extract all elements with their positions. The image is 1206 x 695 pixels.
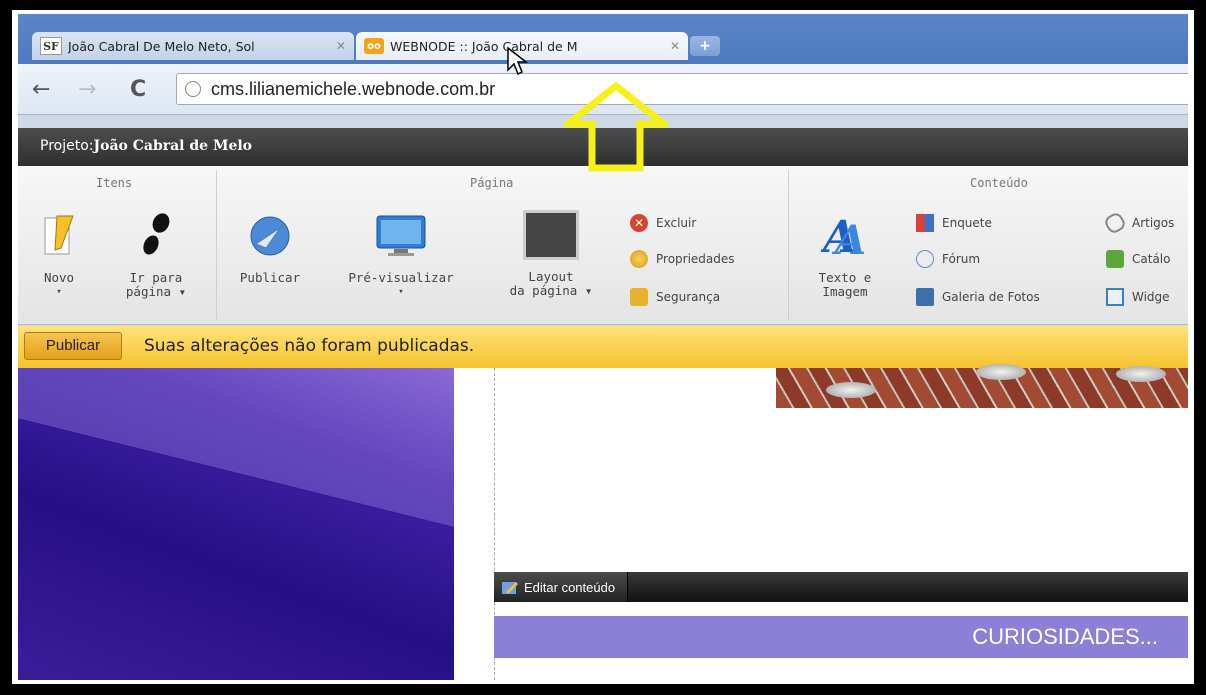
tab-title: João Cabral De Melo Neto, Sol: [68, 38, 255, 54]
ir-para-pagina-button[interactable]: Ir para página ▾: [118, 212, 194, 299]
propriedades-label: Propriedades: [656, 252, 735, 266]
novo-button[interactable]: Novo ▾: [36, 214, 82, 299]
publicar-ribbon-button[interactable]: Publicar: [230, 214, 310, 285]
poll-icon: [916, 214, 934, 232]
close-icon[interactable]: ✕: [670, 39, 680, 53]
project-name: João Cabral de Melo: [93, 138, 253, 154]
da-pagina-label: da página ▾: [509, 283, 593, 298]
divider: [216, 170, 217, 320]
address-bar[interactable]: cms.lilianemichele.webnode.com.br: [176, 73, 1188, 105]
back-arrow-icon[interactable]: ←: [32, 77, 50, 102]
paperclip-icon: [1102, 210, 1128, 236]
unpublished-message: Suas alterações não foram publicadas.: [144, 336, 475, 356]
pre-visualizar-label: Pré-visualizar: [348, 270, 454, 285]
widgets-button[interactable]: Widge: [1106, 288, 1170, 306]
publish-notice-bar: Publicar Suas alterações não foram publi…: [18, 326, 1188, 369]
new-page-icon: [44, 215, 74, 255]
excluir-button[interactable]: ✕ Excluir: [630, 214, 696, 232]
layout-da-pagina-button[interactable]: Layout da página ▾: [492, 210, 610, 298]
publish-globe-icon: [250, 216, 290, 256]
pagina-label: página ▾: [125, 284, 187, 299]
sf-favicon-icon: SF: [40, 37, 62, 55]
ribbon-toolbar: Itens Página Conteúdo Novo ▾ Ir para pág…: [18, 166, 1188, 325]
text-image-icon: A A: [819, 212, 866, 264]
camera-icon: [916, 288, 934, 306]
layout-label: Layout: [528, 269, 574, 284]
galeria-label: Galeria de Fotos: [942, 290, 1040, 304]
texto-e-imagem-button[interactable]: A A Texto e Imagem: [804, 212, 886, 299]
puzzle-icon: [1106, 250, 1124, 268]
catalogo-button[interactable]: Catálo: [1106, 250, 1170, 268]
mouse-cursor-icon: [507, 46, 528, 76]
forum-button[interactable]: Fórum: [916, 250, 980, 268]
screenshot-frame: SF João Cabral De Melo Neto, Sol ✕ oo WE…: [0, 0, 1206, 695]
close-icon[interactable]: ✕: [336, 39, 346, 53]
publicar-label: Publicar: [239, 270, 301, 285]
artigos-label: Artigos: [1132, 216, 1175, 230]
reload-icon[interactable]: C: [130, 77, 146, 102]
ir-para-label: Ir para: [129, 270, 183, 285]
annotation-up-arrow-icon: [564, 82, 668, 172]
section-title: CURIOSIDADES...: [972, 624, 1158, 649]
enquete-button[interactable]: Enquete: [916, 214, 992, 232]
footprints-icon: [143, 213, 170, 255]
browser-window: SF João Cabral De Melo Neto, Sol ✕ oo WE…: [18, 14, 1188, 680]
widgets-label: Widge: [1132, 290, 1170, 304]
speech-bubble-icon: [916, 250, 934, 268]
excluir-label: Excluir: [656, 216, 697, 230]
group-conteudo-header: Conteúdo: [970, 176, 1028, 190]
editar-conteudo-button[interactable]: Editar conteúdo: [494, 572, 629, 602]
header-photo: [776, 364, 1188, 408]
seguranca-label: Segurança: [656, 290, 721, 304]
edit-content-bar: Editar conteúdo: [494, 572, 1188, 602]
divider: [788, 170, 789, 320]
group-itens-header: Itens: [96, 176, 133, 190]
pre-visualizar-button[interactable]: Pré-visualizar ▾: [338, 214, 464, 299]
page-canvas: Editar conteúdo CURIOSIDADES...: [18, 364, 1188, 680]
enquete-label: Enquete: [942, 216, 992, 230]
svg-text:A: A: [831, 217, 866, 258]
monitor-icon: [376, 215, 426, 256]
artigos-button[interactable]: Artigos: [1102, 210, 1175, 236]
forward-arrow-icon[interactable]: →: [78, 77, 96, 102]
delete-icon: ✕: [630, 214, 648, 232]
lock-icon: [630, 288, 648, 306]
section-header: CURIOSIDADES...: [494, 616, 1188, 658]
globe-icon: [185, 81, 201, 97]
tab-sol[interactable]: SF João Cabral De Melo Neto, Sol ✕: [32, 32, 354, 60]
forum-label: Fórum: [942, 252, 981, 266]
widget-icon: [1106, 288, 1124, 306]
galeria-button[interactable]: Galeria de Fotos: [916, 288, 1040, 306]
edit-pencil-icon: [502, 582, 518, 594]
catalogo-label: Catálo: [1132, 252, 1171, 266]
editar-conteudo-label: Editar conteúdo: [524, 579, 616, 595]
seguranca-button[interactable]: Segurança: [630, 288, 720, 306]
group-pagina-header: Página: [470, 176, 514, 190]
imagem-label: Imagem: [822, 284, 868, 299]
url-text[interactable]: cms.lilianemichele.webnode.com.br: [211, 79, 495, 100]
publicar-button[interactable]: Publicar: [24, 332, 122, 360]
webnode-favicon-icon: oo: [364, 38, 384, 54]
propriedades-button[interactable]: Propriedades: [630, 250, 735, 268]
background-image: [18, 368, 454, 680]
novo-label: Novo: [43, 270, 75, 285]
layout-icon: [523, 210, 579, 260]
gear-icon: [630, 250, 648, 268]
project-label: Projeto:João Cabral de Melo: [40, 138, 253, 154]
texto-label: Texto e: [818, 270, 872, 285]
new-tab-button[interactable]: +: [690, 36, 720, 56]
